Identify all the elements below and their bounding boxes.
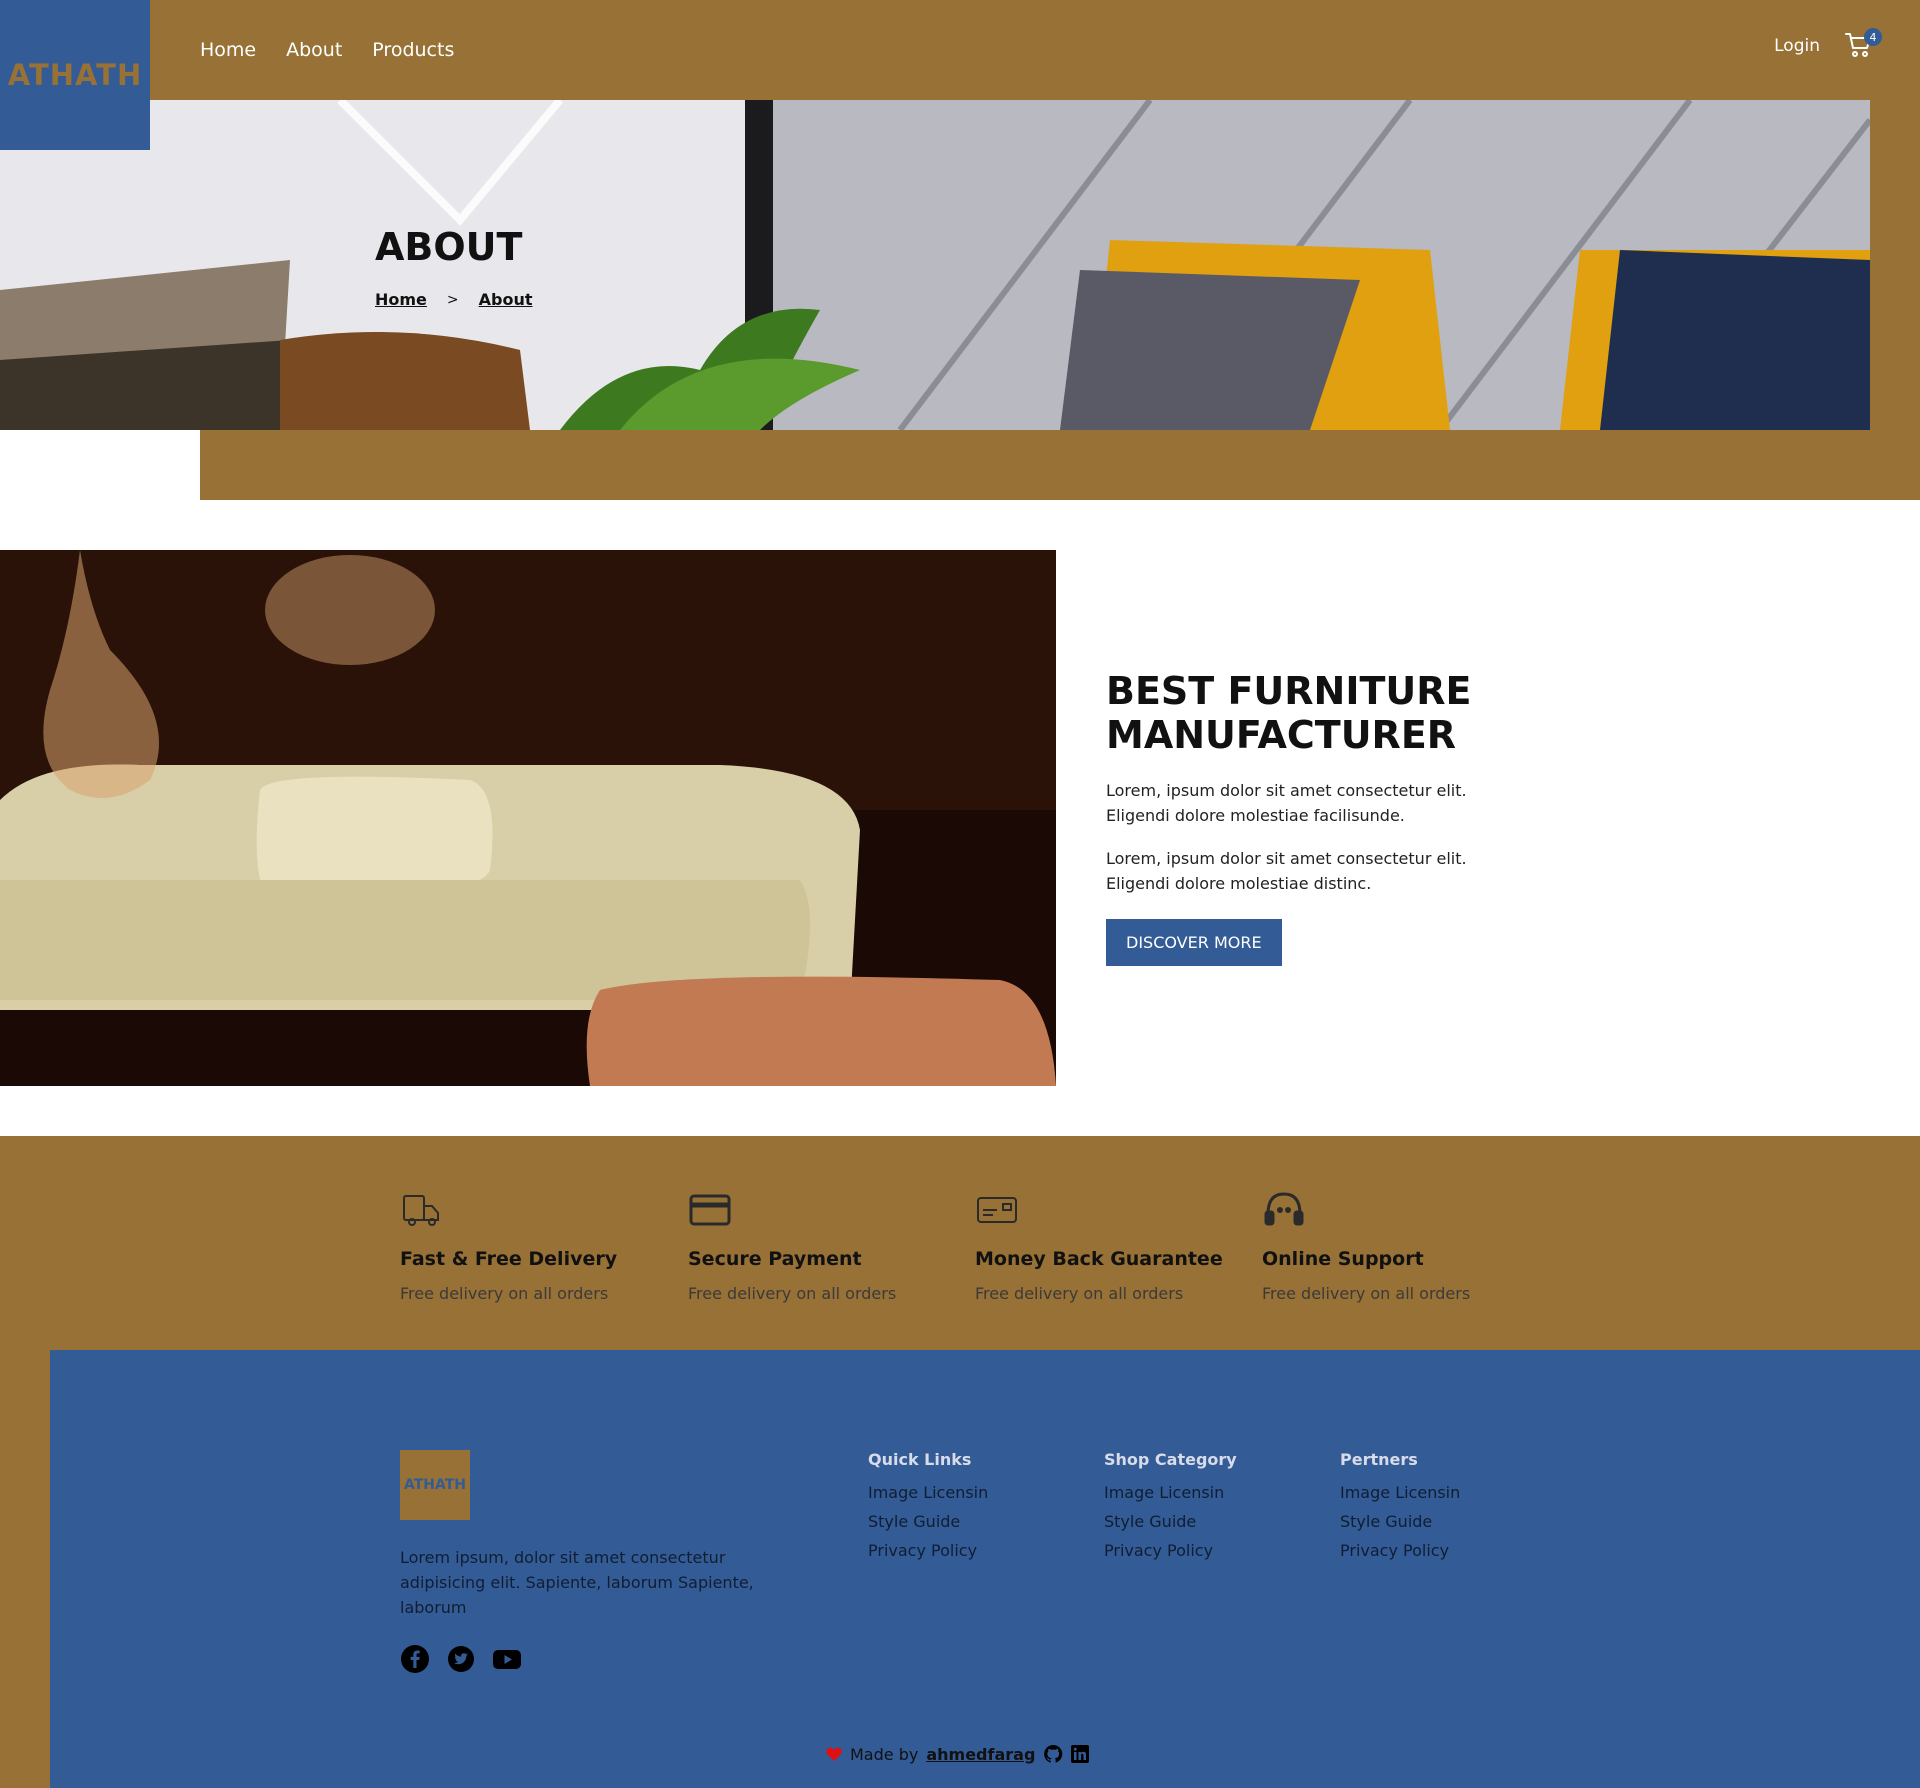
- feature-title: Money Back Guarantee: [975, 1248, 1223, 1270]
- footer-description: Lorem ipsum, dolor sit amet consectetur …: [400, 1548, 754, 1617]
- about-text-block: BEST FURNITURE MANUFACTURER Lorem, ipsum…: [1106, 669, 1486, 966]
- hero-image: [0, 100, 1870, 430]
- footer-column-quick-links: Quick Links Image Licensin Style Guide P…: [868, 1450, 988, 1570]
- money-card-icon: [977, 1197, 1017, 1223]
- footer-column-title: Shop Category: [1104, 1450, 1237, 1469]
- footer-column-shop-category: Shop Category Image Licensin Style Guide…: [1104, 1450, 1237, 1570]
- page-title: ABOUT: [375, 225, 523, 269]
- feature-subtitle: Free delivery on all orders: [400, 1284, 609, 1303]
- footer-link[interactable]: Image Licensin: [868, 1483, 988, 1502]
- footer-link[interactable]: Image Licensin: [1104, 1483, 1237, 1502]
- about-paragraph-1: Lorem, ipsum dolor sit amet consectetur …: [1106, 781, 1467, 826]
- about-paragraph-2: Lorem, ipsum dolor sit amet consectetur …: [1106, 848, 1467, 893]
- twitter-icon[interactable]: [446, 1644, 476, 1674]
- made-by-credit: Made by ahmedfarag: [826, 1744, 1090, 1764]
- site-footer: ATHATH Lorem ipsum, dolor sit amet conse…: [50, 1350, 1920, 1788]
- footer-link[interactable]: Image Licensin: [1340, 1483, 1460, 1502]
- feature-item-delivery: Fast & Free Delivery Free delivery on al…: [400, 1188, 680, 1303]
- footer-link[interactable]: Privacy Policy: [1340, 1541, 1460, 1560]
- github-icon[interactable]: [1043, 1744, 1063, 1764]
- footer-column-title: Pertners: [1340, 1450, 1418, 1469]
- linkedin-icon[interactable]: [1071, 1745, 1090, 1763]
- footer-link[interactable]: Privacy Policy: [1104, 1541, 1237, 1560]
- heart-icon: [826, 1747, 842, 1761]
- about-heading-line1: BEST FURNITURE: [1106, 669, 1472, 713]
- feature-subtitle: Free delivery on all orders: [1262, 1284, 1471, 1303]
- nav-home[interactable]: Home: [200, 39, 256, 61]
- discover-more-button[interactable]: DISCOVER MORE: [1106, 918, 1282, 966]
- social-links: [400, 1644, 522, 1674]
- feature-title: Secure Payment: [688, 1248, 862, 1270]
- footer-link[interactable]: Privacy Policy: [868, 1541, 988, 1560]
- truck-icon: [403, 1195, 439, 1226]
- nav-products[interactable]: Products: [372, 39, 454, 61]
- feature-title: Online Support: [1262, 1248, 1424, 1270]
- site-header: Home About Products Login 4: [0, 0, 1920, 100]
- breadcrumb-home[interactable]: Home: [375, 290, 427, 309]
- footer-link[interactable]: Style Guide: [1340, 1512, 1460, 1531]
- feature-item-support: Online Support Free delivery on all orde…: [1262, 1188, 1542, 1303]
- about-image: [0, 550, 1056, 1086]
- site-logo[interactable]: ATHATH: [0, 0, 150, 150]
- headset-icon: [1264, 1192, 1304, 1226]
- breadcrumb-separator: >: [446, 291, 459, 308]
- login-link[interactable]: Login: [1774, 36, 1820, 56]
- feature-subtitle: Free delivery on all orders: [688, 1284, 897, 1303]
- author-link[interactable]: ahmedfarag: [926, 1745, 1035, 1764]
- footer-column-partners: Pertners Image Licensin Style Guide Priv…: [1340, 1450, 1460, 1570]
- feature-item-money-back: Money Back Guarantee Free delivery on al…: [975, 1188, 1255, 1303]
- breadcrumb-current[interactable]: About: [479, 290, 533, 309]
- footer-logo-text: ATHATH: [403, 1477, 467, 1493]
- feature-item-payment: Secure Payment Free delivery on all orde…: [688, 1188, 968, 1303]
- about-heading: BEST FURNITURE MANUFACTURER: [1106, 669, 1486, 757]
- credit-card-icon: [689, 1194, 731, 1226]
- logo-text: ATHATH: [7, 58, 143, 92]
- main-nav: Home About Products: [200, 0, 454, 100]
- breadcrumb: Home > About: [375, 290, 533, 309]
- footer-column-title: Quick Links: [868, 1450, 972, 1469]
- about-heading-line2: MANUFACTURER: [1106, 712, 1457, 757]
- facebook-icon[interactable]: [400, 1644, 430, 1674]
- feature-subtitle: Free delivery on all orders: [975, 1284, 1184, 1303]
- feature-title: Fast & Free Delivery: [400, 1248, 618, 1270]
- footer-link[interactable]: Style Guide: [1104, 1512, 1237, 1531]
- cart-count-badge: 4: [1864, 28, 1882, 46]
- youtube-icon[interactable]: [492, 1644, 522, 1674]
- made-by-prefix: Made by: [850, 1744, 919, 1764]
- nav-about[interactable]: About: [286, 39, 342, 61]
- footer-link[interactable]: Style Guide: [868, 1512, 988, 1531]
- footer-logo[interactable]: ATHATH: [400, 1450, 470, 1520]
